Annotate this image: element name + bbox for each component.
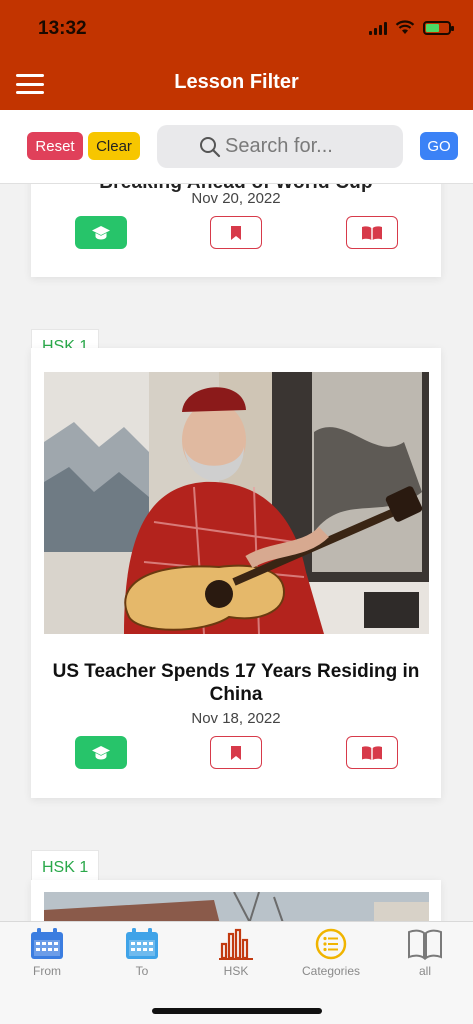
lesson-actions — [31, 736, 441, 770]
bookmark-icon — [231, 225, 241, 240]
go-button[interactable]: GO — [420, 132, 458, 160]
tab-categories[interactable]: Categories — [284, 928, 378, 978]
search-box[interactable] — [157, 125, 403, 168]
bookmark-button[interactable] — [210, 216, 262, 249]
clear-button[interactable]: Clear — [88, 132, 140, 160]
tab-from[interactable]: From — [0, 928, 94, 978]
learn-button[interactable] — [75, 216, 127, 249]
wifi-icon — [395, 20, 415, 34]
tab-label: From — [33, 964, 61, 978]
bookmark-button[interactable] — [210, 736, 262, 769]
bar-chart-icon — [219, 928, 253, 960]
app-header: 13:32 Lesson Filter — [0, 0, 473, 110]
status-time: 13:32 — [38, 18, 87, 39]
lesson-actions — [31, 216, 441, 250]
tab-label: HSK — [223, 964, 249, 978]
lesson-date: Nov 20, 2022 — [191, 190, 281, 207]
reset-button[interactable]: Reset — [27, 132, 83, 160]
tab-hsk[interactable]: HSK — [189, 928, 283, 978]
calendar-icon — [126, 928, 158, 959]
book-open-icon — [362, 745, 382, 760]
tab-label: Categories — [301, 964, 361, 978]
lesson-image[interactable] — [44, 372, 429, 634]
list-icon — [315, 928, 347, 960]
search-icon — [200, 137, 221, 158]
hsk-level-tag: HSK 1 — [31, 850, 100, 883]
book-open-icon — [408, 929, 442, 960]
read-button[interactable] — [346, 736, 398, 769]
filter-toolbar: Reset Clear GO — [0, 110, 473, 184]
cellular-signal-icon — [369, 21, 387, 35]
page-title: Lesson Filter — [174, 71, 299, 93]
read-button[interactable] — [346, 216, 398, 249]
bookmark-icon — [231, 745, 241, 760]
battery-icon — [423, 20, 454, 35]
learn-button[interactable] — [75, 736, 127, 769]
guitar-player-photo — [44, 372, 429, 634]
search-input[interactable] — [197, 135, 397, 158]
book-open-icon — [362, 225, 382, 240]
tab-to[interactable]: To — [95, 928, 189, 978]
bottom-tab-bar: From To HSK Categories all — [0, 921, 473, 1024]
lesson-title[interactable]: US Teacher Spends 17 Years Residing in C… — [46, 660, 426, 706]
calendar-icon — [31, 928, 63, 959]
tab-label: To — [135, 964, 149, 978]
tab-all[interactable]: all — [378, 928, 472, 978]
home-indicator — [152, 1008, 322, 1014]
graduation-cap-icon — [92, 745, 110, 759]
graduation-cap-icon — [92, 225, 110, 239]
lesson-card[interactable]: US Teacher Spends 17 Years Residing in C… — [31, 348, 441, 798]
status-icons — [369, 20, 454, 35]
tab-label: all — [418, 964, 431, 978]
lesson-date: Nov 18, 2022 — [191, 710, 281, 727]
